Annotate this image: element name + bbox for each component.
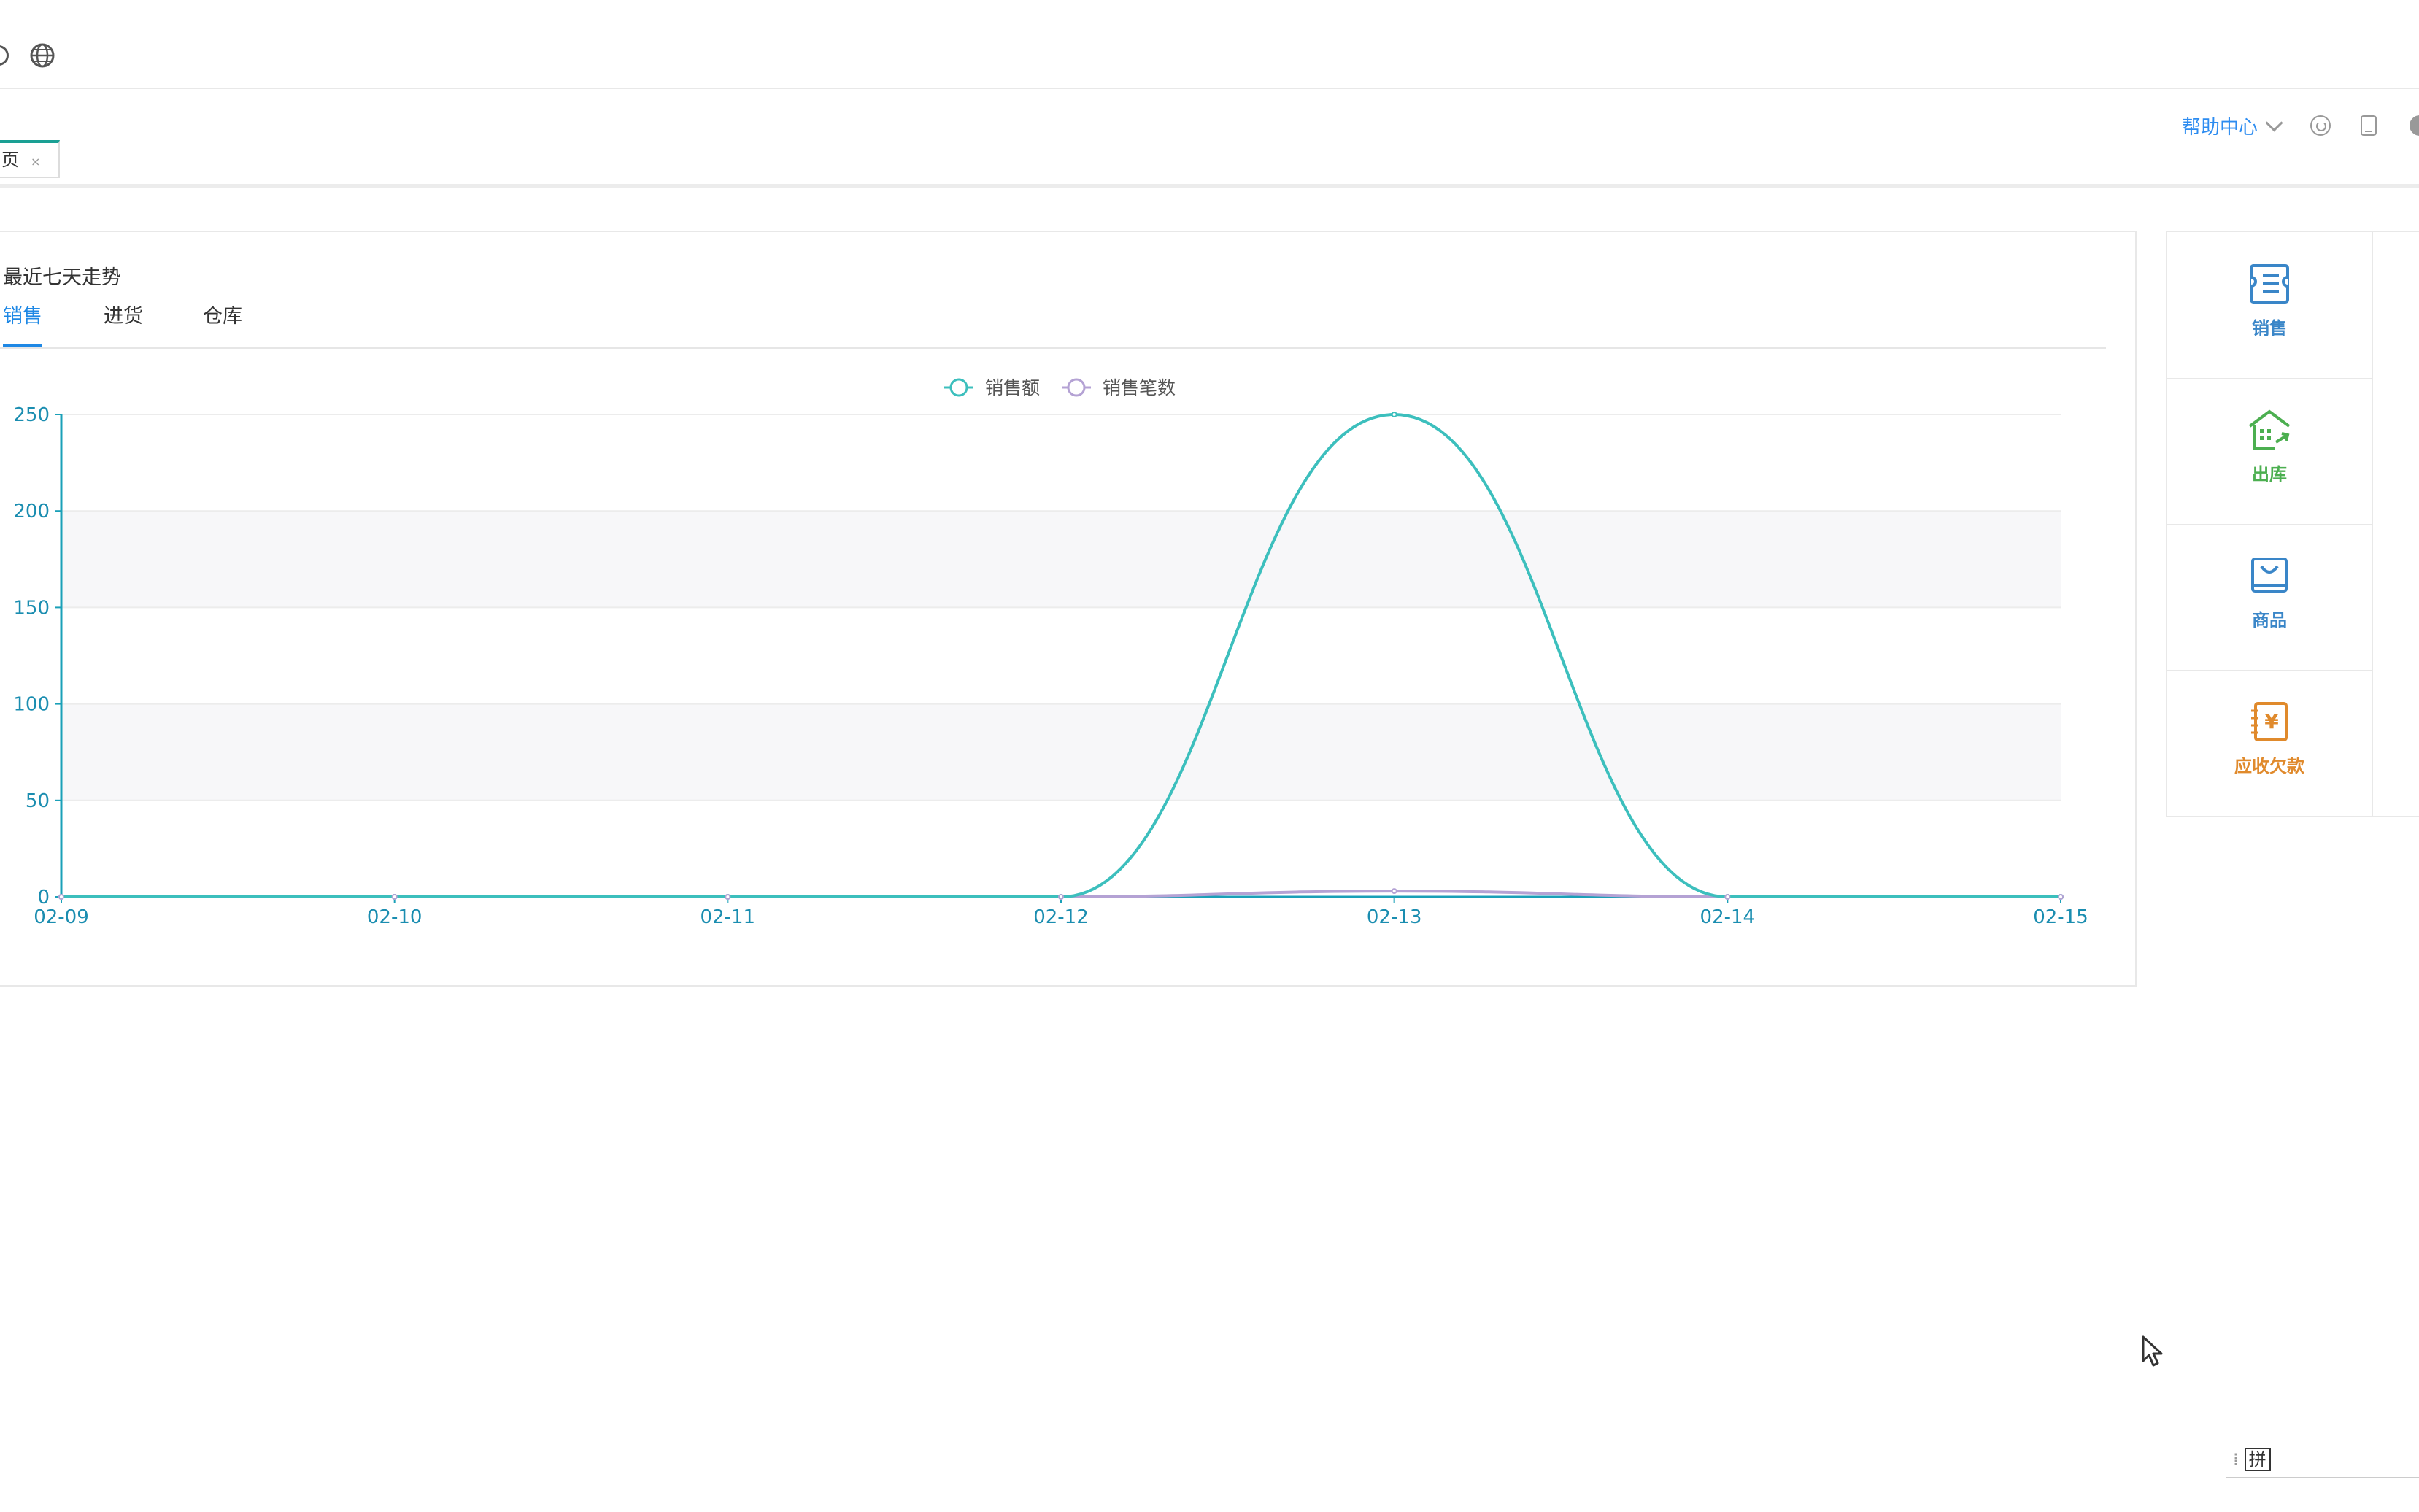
legend-marker [1067, 378, 1086, 397]
shortcut-outbound[interactable]: 出库 [2167, 378, 2372, 525]
data-point [1391, 888, 1397, 895]
globe-icon[interactable] [29, 42, 55, 69]
shortcut-goods[interactable]: 商品 [2167, 524, 2372, 671]
mouse-cursor-icon [2142, 1335, 2163, 1367]
ime-bar-divider [2226, 1477, 2419, 1478]
x-tick-label: 02-13 [1367, 906, 1422, 928]
top-bar [0, 0, 2419, 89]
ime-indicator[interactable]: ⁞ 拼 [2233, 1448, 2271, 1471]
y-tick-label: 50 [26, 790, 50, 812]
tab-home-label: 页 [1, 150, 19, 170]
data-point [1391, 412, 1397, 417]
page-tab-bar: 页 × [0, 89, 2419, 188]
legend-label: 销售笔数 [1103, 377, 1176, 398]
shortcut-label: 出库 [2252, 464, 2287, 485]
shortcut-panel: 销售 出库 商品 ¥ 应收欠款 [2166, 231, 2419, 817]
shortcut-column: 销售 出库 商品 ¥ 应收欠款 [2167, 232, 2373, 817]
data-point [1058, 894, 1064, 900]
shortcut-label: 商品 [2252, 610, 2287, 630]
device-icon[interactable] [2361, 115, 2377, 136]
grid-band [61, 703, 2061, 801]
close-icon[interactable]: × [31, 155, 40, 169]
ime-label: 拼 [2244, 1448, 2271, 1471]
trend-panel: 最近七天走势 销售 进货 仓库 0 50 100 150 200 250 02-09 02-1… [0, 231, 2137, 987]
fullscreen-icon[interactable] [0, 45, 9, 66]
data-point [1724, 894, 1731, 900]
x-tick-label: 02-11 [701, 906, 756, 928]
shortcut-label: 应收欠款 [2234, 756, 2304, 776]
y-tick-label: 250 [13, 404, 50, 426]
x-tick-label: 02-15 [2033, 906, 2088, 928]
tab-home[interactable]: 页 × [0, 140, 60, 178]
shortcut-receivable[interactable]: ¥ 应收欠款 [2167, 670, 2372, 817]
grid-band [61, 511, 2061, 608]
chevron-down-icon [2265, 114, 2283, 132]
goods-icon [2251, 558, 2288, 593]
data-point [58, 894, 64, 900]
help-center-dropdown[interactable]: 帮助中心 [2182, 112, 2283, 139]
y-tick-label: 150 [13, 597, 50, 619]
data-point [391, 894, 398, 900]
legend-label: 销售额 [985, 377, 1040, 398]
y-tick-label: 0 [37, 887, 50, 909]
refresh-icon[interactable] [2310, 115, 2331, 136]
warehouse-out-icon [2248, 409, 2291, 450]
data-point [725, 894, 731, 900]
shortcut-label: 销售 [2252, 318, 2287, 339]
svg-text:¥: ¥ [2264, 709, 2279, 733]
help-center-label: 帮助中心 [2182, 117, 2258, 139]
x-tick-label: 02-10 [367, 906, 423, 928]
top-left-tools [0, 42, 55, 69]
legend-marker [949, 378, 968, 397]
y-tick-label: 200 [13, 501, 50, 522]
data-point [2058, 894, 2064, 900]
sales-icon [2250, 264, 2289, 304]
receivable-icon: ¥ [2251, 702, 2288, 741]
trend-line-chart: 0 50 100 150 200 250 02-09 02-10 02-11 02-12 02-13… [13, 377, 2088, 928]
shortcut-sales[interactable]: 销售 [2167, 232, 2372, 379]
x-tick-label: 02-09 [34, 906, 89, 928]
x-tick-label: 02-14 [1700, 906, 1756, 928]
x-tick-label: 02-12 [1033, 906, 1089, 928]
y-tick-label: 100 [13, 694, 50, 716]
series-line-0 [61, 412, 2061, 899]
